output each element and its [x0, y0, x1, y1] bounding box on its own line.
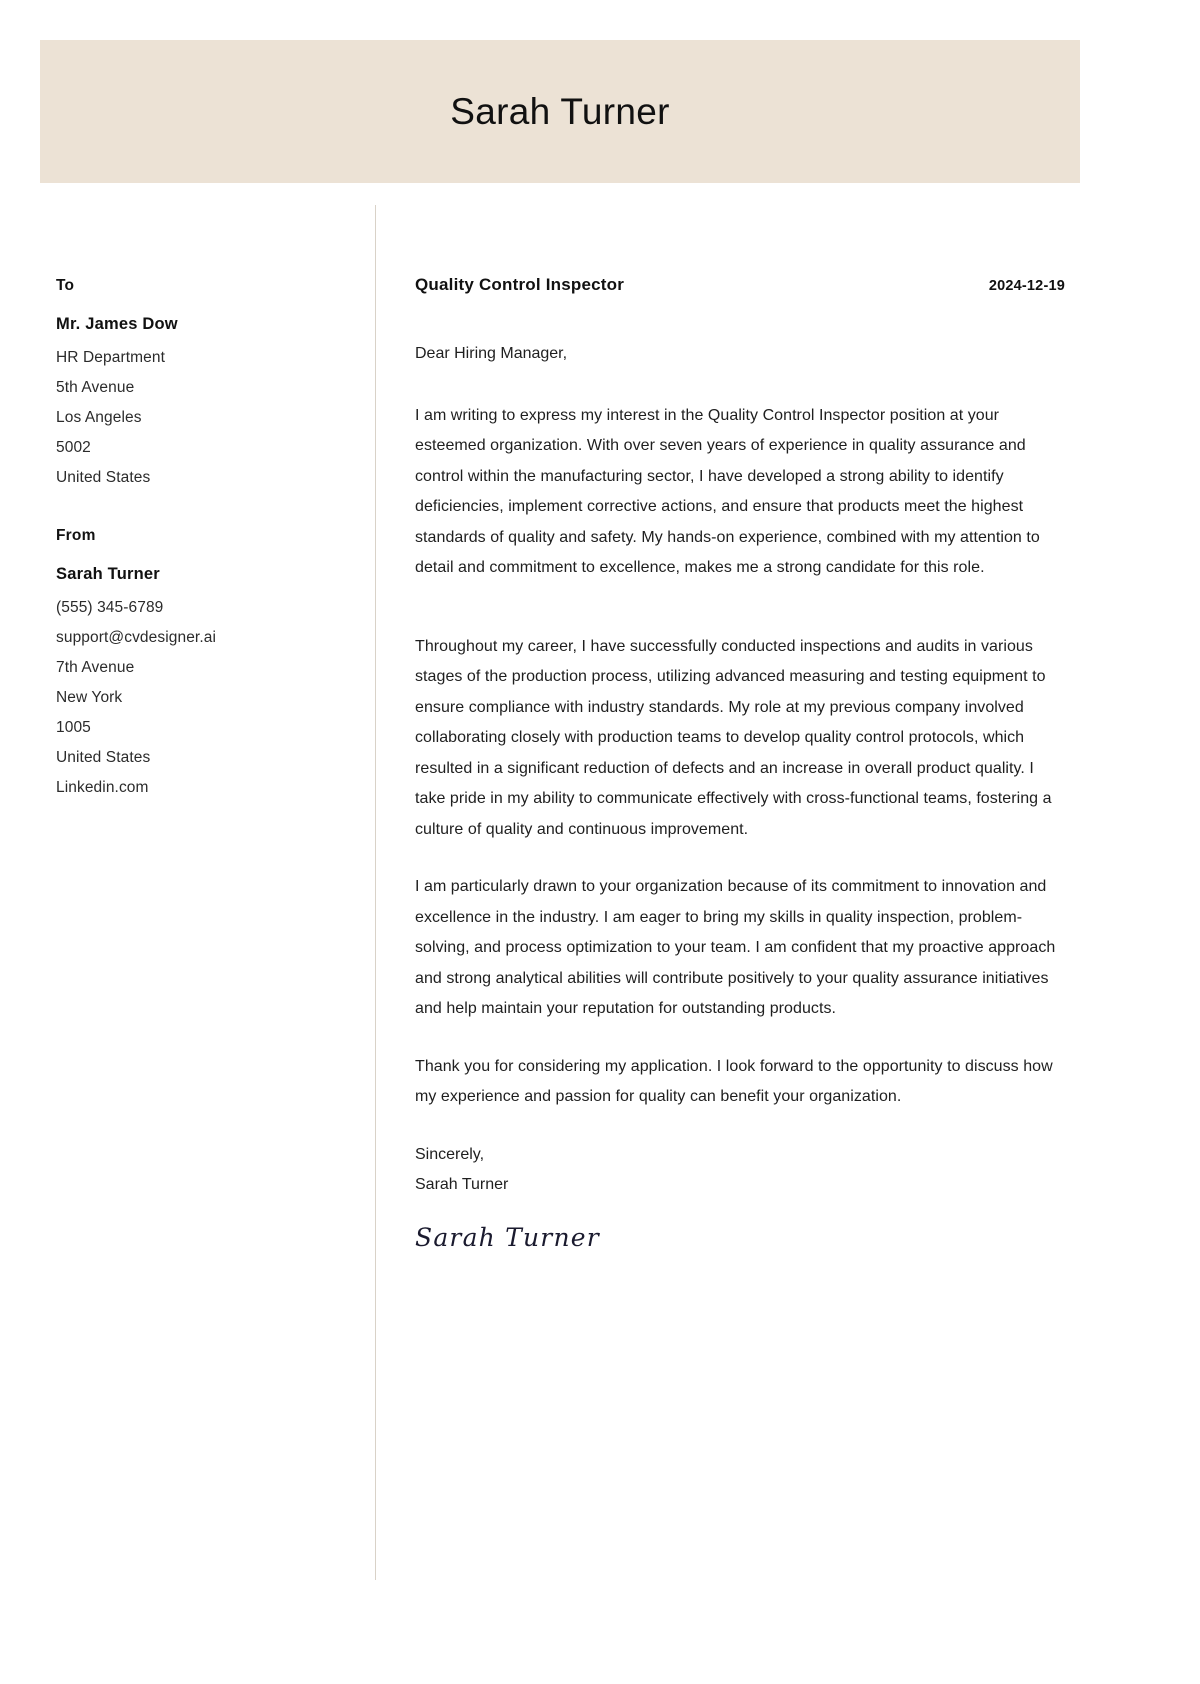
sender-email: support@cvdesigner.ai: [56, 629, 217, 646]
closing-salutation: Sincerely,: [415, 1145, 485, 1163]
letter-header-row: Quality Control Inspector 2024-12-19: [415, 275, 1065, 295]
recipient-line: HR Department: [56, 349, 165, 366]
closing-name: Sarah Turner: [415, 1176, 509, 1193]
sender-block: From Sarah Turner (555) 345-6789 support…: [56, 527, 356, 803]
sender-line: New York: [56, 689, 123, 706]
letter-date: 2024-12-19: [988, 278, 1065, 294]
to-heading: To: [56, 277, 75, 294]
cover-letter-page: Sarah Turner To Mr. James Dow HR Departm…: [0, 0, 1200, 1684]
signature: Sarah Turner: [415, 1222, 600, 1252]
sender-phone: (555) 345-6789: [56, 599, 164, 616]
letter-paragraph: Throughout my career, I have successfull…: [415, 637, 1052, 838]
recipient-block: To Mr. James Dow HR Department 5th Avenu…: [56, 277, 356, 493]
from-heading: From: [56, 527, 96, 544]
recipient-line: Los Angeles: [56, 409, 142, 426]
sender-linkedin: Linkedin.com: [56, 779, 149, 796]
recipient-line: United States: [56, 469, 151, 486]
letter-paragraph: I am particularly drawn to your organiza…: [415, 878, 1056, 1017]
letter-body-area: To Mr. James Dow HR Department 5th Avenu…: [0, 205, 1200, 1585]
letter-paragraph: Thank you for considering my application…: [415, 1057, 1053, 1106]
recipient-name: Mr. James Dow: [56, 315, 178, 333]
letter-paragraph: I am writing to express my interest in t…: [415, 406, 1040, 577]
sender-line: 1005: [56, 719, 91, 736]
header-banner: Sarah Turner: [40, 40, 1080, 183]
salutation: Dear Hiring Manager,: [415, 345, 568, 362]
column-divider: [375, 205, 376, 1580]
page-title: Sarah Turner: [450, 91, 670, 132]
sender-name: Sarah Turner: [56, 565, 160, 583]
sender-line: 7th Avenue: [56, 659, 135, 676]
sidebar: To Mr. James Dow HR Department 5th Avenu…: [56, 277, 356, 837]
job-title: Quality Control Inspector: [415, 275, 625, 294]
recipient-line: 5002: [56, 439, 91, 456]
recipient-line: 5th Avenue: [56, 379, 135, 396]
sender-line: United States: [56, 749, 151, 766]
letter-content: Quality Control Inspector 2024-12-19 Dea…: [415, 275, 1065, 1252]
